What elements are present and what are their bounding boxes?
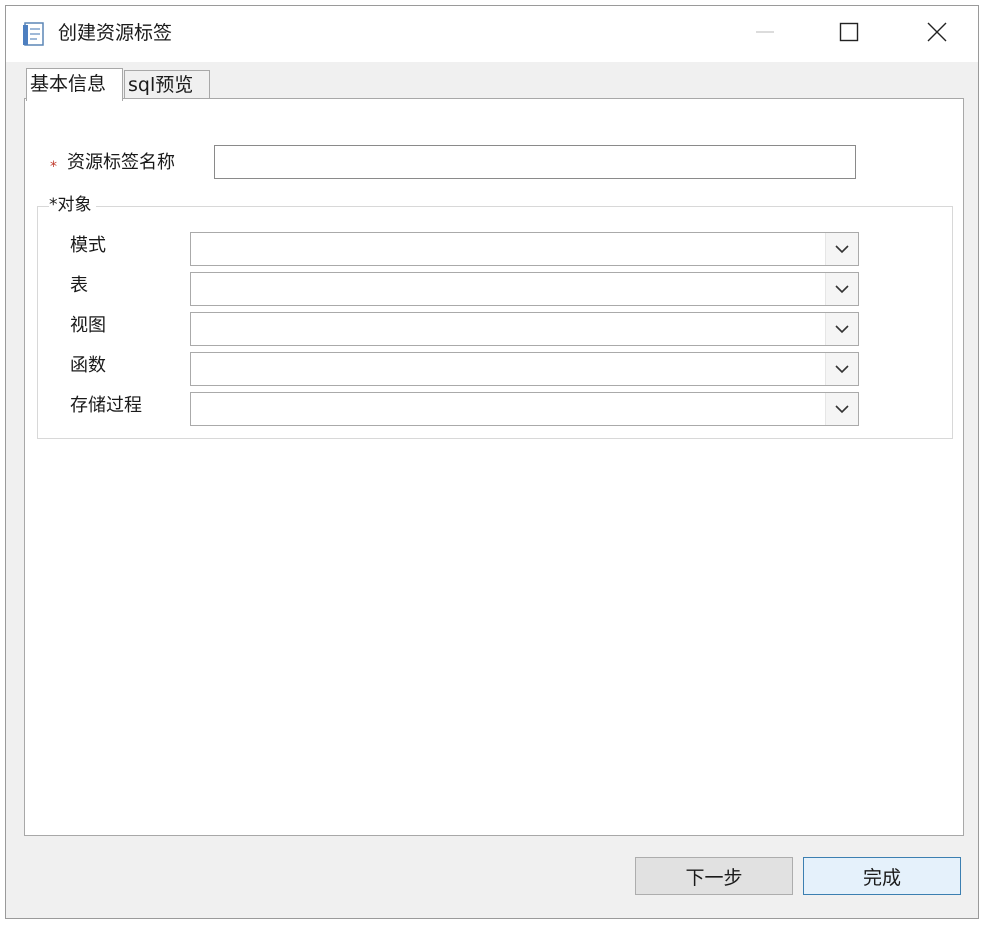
document-tag-icon (21, 21, 47, 47)
table-select[interactable] (190, 272, 859, 306)
view-select[interactable] (190, 312, 859, 346)
close-button[interactable] (906, 6, 968, 62)
object-group-legend: *对象 (49, 193, 96, 217)
tab-panel-basic-info: * 资源标签名称 *对象 模式 表 视图 函数 存储过程 (24, 98, 964, 836)
schema-label: 模式 (70, 235, 106, 256)
next-step-button[interactable]: 下一步 (635, 857, 793, 895)
required-marker: * (50, 159, 57, 175)
resource-tag-name-label: 资源标签名称 (67, 152, 175, 173)
title-bar[interactable]: 创建资源标签 (6, 6, 978, 62)
function-label: 函数 (70, 355, 106, 376)
procedure-select[interactable] (190, 392, 859, 426)
maximize-icon (839, 22, 859, 46)
schema-select[interactable] (190, 232, 859, 266)
resource-tag-name-input[interactable] (214, 145, 856, 179)
function-select[interactable] (190, 352, 859, 386)
finish-button[interactable]: 完成 (803, 857, 961, 895)
table-label: 表 (70, 275, 88, 296)
procedure-label: 存储过程 (70, 395, 142, 416)
minimize-button[interactable] (734, 6, 796, 62)
chevron-down-icon[interactable] (825, 353, 858, 385)
chevron-down-icon[interactable] (825, 233, 858, 265)
tab-sql-preview[interactable]: sql预览 (124, 70, 210, 100)
tab-basic-info[interactable]: 基本信息 (26, 68, 123, 101)
chevron-down-icon[interactable] (825, 393, 858, 425)
maximize-button[interactable] (818, 6, 880, 62)
dialog-window: 创建资源标签 基本信息 sql预览 * 资源标签名称 *对象 模式 表 视图 函… (5, 5, 979, 919)
chevron-down-icon[interactable] (825, 273, 858, 305)
chevron-down-icon[interactable] (825, 313, 858, 345)
close-icon (927, 22, 947, 46)
minimize-icon (755, 22, 775, 46)
view-label: 视图 (70, 315, 106, 336)
window-title: 创建资源标签 (58, 22, 173, 44)
